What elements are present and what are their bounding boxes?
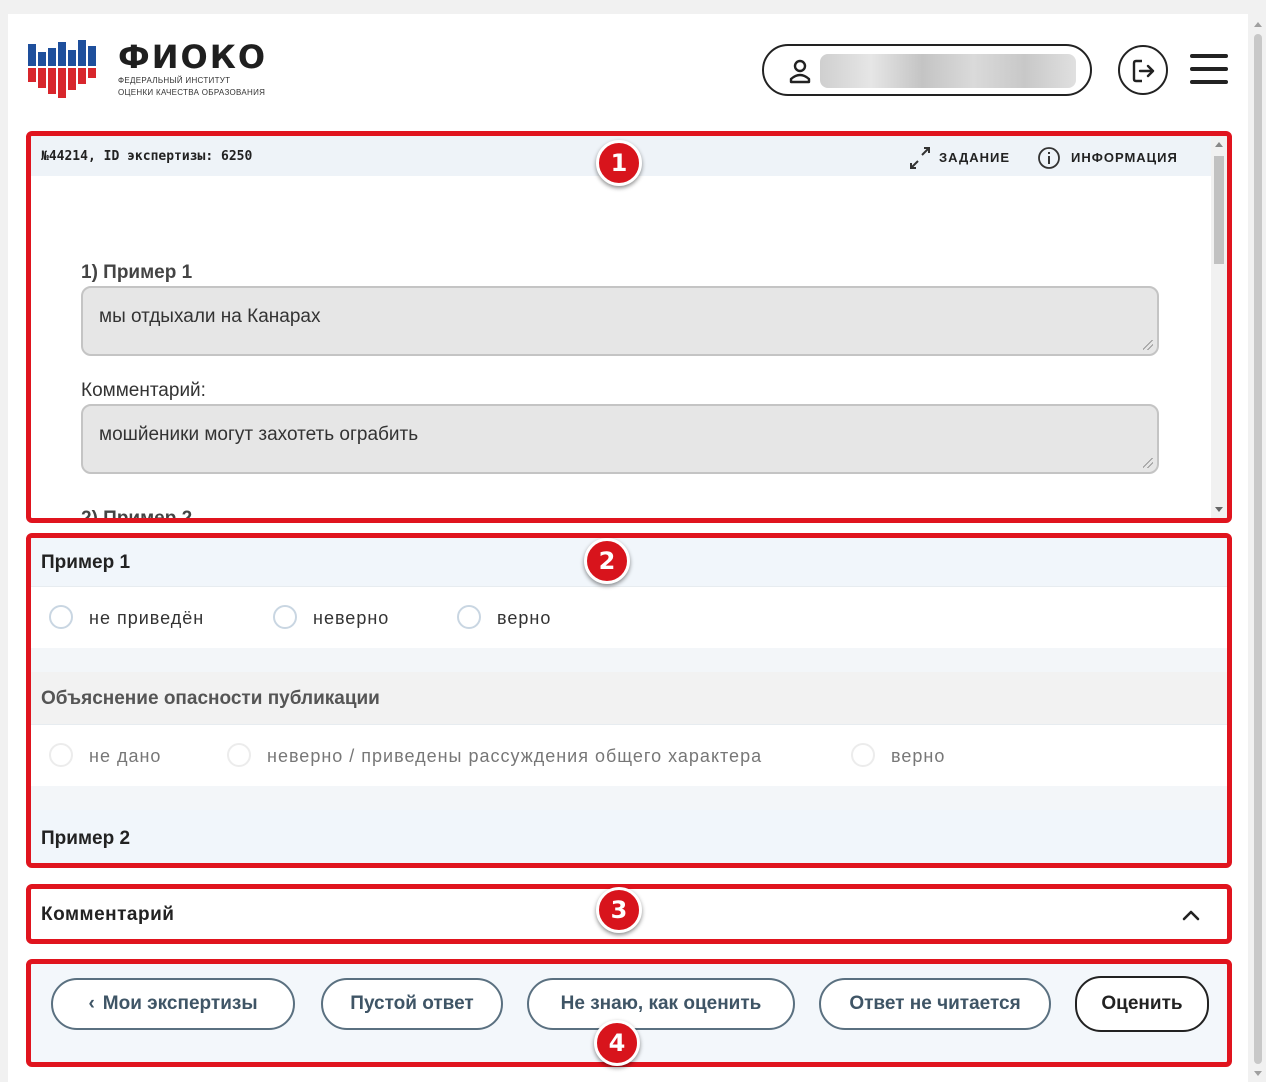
radio-label: неверно / приведены рассуждения общего х… [267, 746, 763, 766]
scrollbar-thumb[interactable] [1214, 156, 1224, 264]
chevron-up-icon[interactable] [1181, 907, 1201, 923]
scroll-down-icon[interactable] [1215, 507, 1223, 512]
criterion-title: Пример 2 [41, 828, 131, 849]
comment-textarea[interactable]: мошйеники могут захотеть ограбить [81, 404, 1159, 474]
answer-content: 1) Пример 1 мы отдыхали на Канарах Комме… [51, 196, 1191, 523]
empty-answer-button[interactable]: Пустой ответ [321, 978, 503, 1030]
radio-button[interactable] [49, 743, 73, 767]
logout-button[interactable] [1118, 45, 1168, 95]
callout-badge-1: 1 [596, 140, 642, 186]
radio-label: не дано [89, 746, 162, 766]
spacer [31, 786, 1227, 810]
answer-scrollbar[interactable] [1211, 136, 1227, 518]
task-id-label: №44214, ID экспертизы: 6250 [41, 149, 253, 164]
radio-button[interactable] [273, 605, 297, 629]
resize-handle-icon[interactable] [1143, 340, 1153, 350]
radio-button[interactable] [851, 743, 875, 767]
info-button[interactable]: ИНФОРМАЦИЯ [1037, 146, 1177, 169]
comment-text: мошйеники могут захотеть ограбить [99, 424, 419, 445]
task-button-label: ЗАДАНИЕ [939, 150, 1011, 165]
callout-badge-2: 2 [584, 538, 630, 584]
user-name-redacted [820, 54, 1076, 88]
my-expertises-button[interactable]: ‹ Мои экспертизы [51, 978, 295, 1030]
criteria-panel: Пример 1 не приведён неверно верно Объяс… [26, 533, 1232, 868]
info-button-label: ИНФОРМАЦИЯ [1071, 150, 1178, 165]
dont-know-button[interactable]: Не знаю, как оценить [527, 978, 795, 1030]
scroll-up-icon[interactable] [1254, 22, 1262, 27]
criterion-header: Пример 2 [31, 810, 1227, 863]
unreadable-answer-button[interactable]: Ответ не читается [819, 978, 1051, 1030]
example1-text: мы отдыхали на Канарах [99, 306, 321, 327]
criterion-options: не дано неверно / приведены рассуждения … [31, 724, 1227, 786]
radio-button[interactable] [457, 605, 481, 629]
example1-label: 1) Пример 1 [81, 262, 193, 283]
example1-textarea[interactable]: мы отдыхали на Канарах [81, 286, 1159, 356]
logo-subtitle: ФЕДЕРАЛЬНЫЙ ИНСТИТУТ [118, 76, 231, 85]
answer-viewer-panel: №44214, ID экспертизы: 6250 ЗАДАНИЕ ИНФО… [26, 131, 1232, 523]
evaluate-button[interactable]: Оценить [1075, 976, 1209, 1032]
user-icon [789, 59, 811, 84]
scrollbar-thumb[interactable] [1254, 34, 1262, 1064]
radio-button[interactable] [227, 743, 251, 767]
comment-field-label: Комментарий: [81, 380, 206, 401]
example2-label: 2) Пример 2 [81, 508, 193, 523]
chevron-left-icon: ‹ [88, 993, 95, 1014]
criterion-title: Пример 1 [41, 552, 131, 573]
scroll-down-icon[interactable] [1254, 1071, 1262, 1076]
expand-icon [910, 147, 930, 169]
comment-section-title: Комментарий [41, 904, 175, 925]
radio-label: не приведён [89, 608, 205, 628]
info-icon [1038, 147, 1060, 169]
logout-icon [1132, 59, 1155, 83]
logo-title: ФИОКО [118, 38, 268, 76]
criterion-title: Объяснение опасности публикации [41, 688, 380, 709]
user-profile-button[interactable] [762, 44, 1092, 96]
callout-badge-3: 3 [596, 887, 642, 933]
page-scrollbar[interactable] [1250, 14, 1266, 1082]
criterion-options: не приведён неверно верно [31, 586, 1227, 648]
site-header: ФИОКО ФЕДЕРАЛЬНЫЙ ИНСТИТУТ ОЦЕНКИ КАЧЕСТ… [8, 14, 1248, 126]
button-label: Мои экспертизы [102, 993, 258, 1014]
fioko-logo-icon [28, 40, 96, 98]
radio-button[interactable] [49, 605, 73, 629]
spacer [31, 648, 1227, 672]
criterion-header: Объяснение опасности публикации [31, 672, 1227, 724]
hamburger-menu-icon[interactable] [1188, 52, 1230, 86]
scroll-up-icon[interactable] [1215, 142, 1223, 147]
callout-badge-4: 4 [594, 1020, 640, 1066]
resize-handle-icon[interactable] [1143, 458, 1153, 468]
radio-label: верно [497, 608, 552, 628]
logo-subtitle: ОЦЕНКИ КАЧЕСТВА ОБРАЗОВАНИЯ [118, 88, 266, 97]
radio-label: неверно [313, 608, 390, 628]
app-window: ФИОКО ФЕДЕРАЛЬНЫЙ ИНСТИТУТ ОЦЕНКИ КАЧЕСТ… [8, 14, 1248, 1082]
radio-label: верно [891, 746, 946, 766]
